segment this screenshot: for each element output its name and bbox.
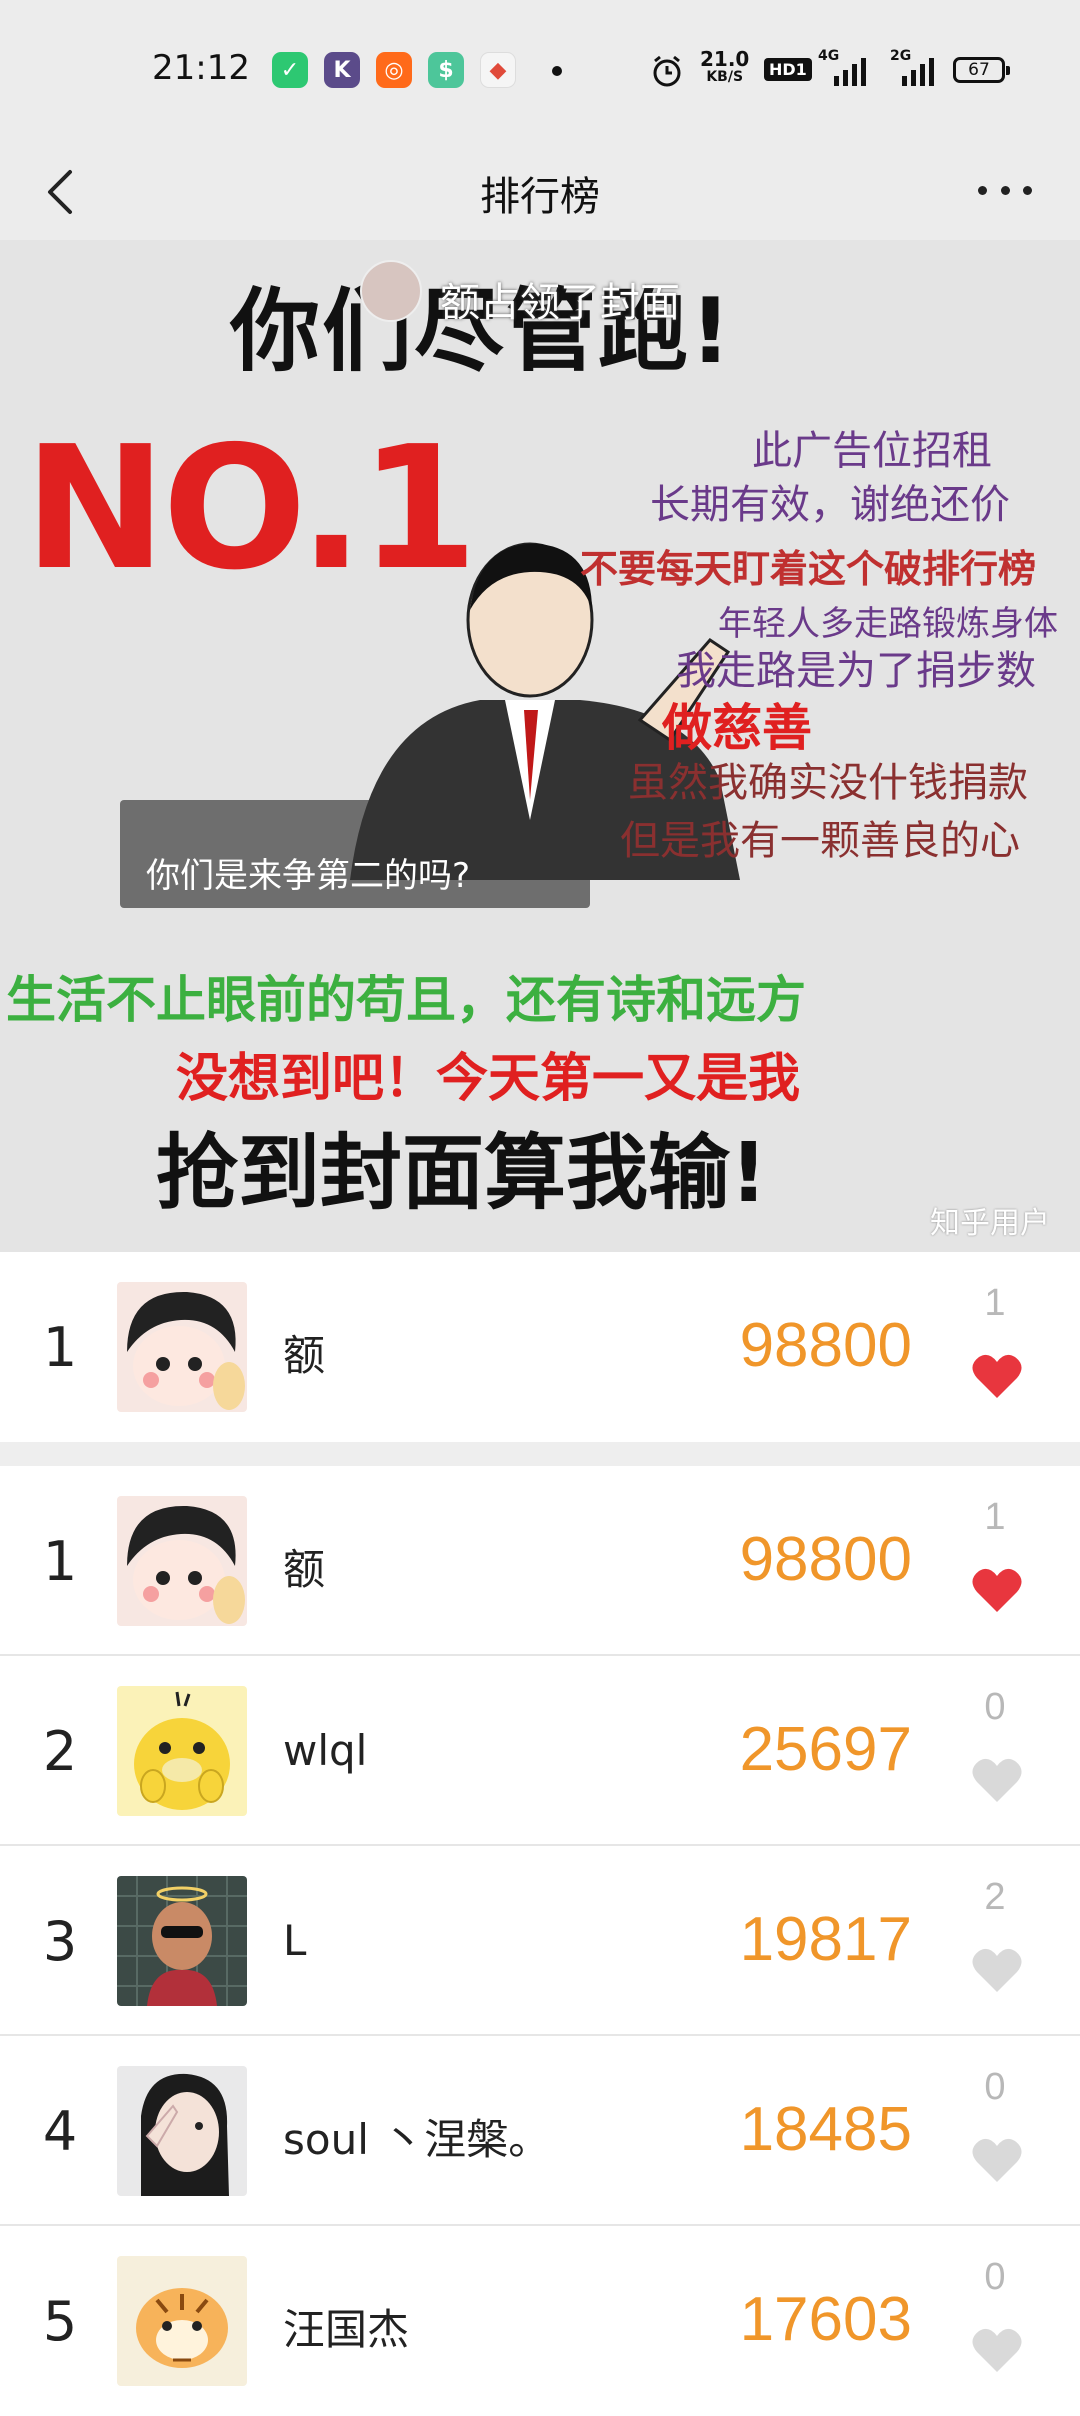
username: 汪国杰 — [283, 2305, 410, 2354]
game-app-icon: ◆ — [480, 52, 516, 88]
heart-icon[interactable] — [971, 2136, 1023, 2184]
my-rank-row[interactable]: 1 额 98800 1 — [0, 1252, 1080, 1442]
cover-banner[interactable]: 你们尽管跑! 额占领了封面 NO.1 此广告位招租 长期有效，谢绝还价 不要每天… — [0, 240, 1080, 1252]
status-bar: 21:12 ✓ K ◎ $ ◆ 21.0 KB/S HD1 4G 2G 67 — [0, 0, 1080, 140]
banner-ad-line: 此广告位招租 — [752, 428, 992, 474]
ranking-row[interactable]: 4 soul 丶涅槃。 18485 0 — [0, 2036, 1080, 2226]
rank-number: 4 — [42, 2100, 78, 2163]
rank-number: 5 — [42, 2290, 78, 2353]
orange-app-icon: ◎ — [376, 52, 412, 88]
like-count: 1 — [984, 1496, 1006, 1538]
step-score: 17603 — [739, 2285, 912, 2354]
username: L — [283, 1916, 307, 1965]
cartoon-boy-avatar-image — [117, 1496, 247, 1626]
net-speed: 21.0 KB/S — [700, 47, 750, 85]
rank-number: 1 — [42, 1316, 78, 1379]
avatar[interactable] — [117, 2256, 247, 2386]
like-count: 0 — [984, 2066, 1006, 2108]
page-title: 排行榜 — [480, 174, 600, 220]
yellow-duck-avatar-image — [117, 1686, 247, 1816]
angel-girl-avatar-image — [117, 1876, 247, 2006]
banner-bottom-text: 抢到封面算我输! — [156, 1126, 768, 1221]
avatar[interactable] — [117, 2066, 247, 2196]
alarm-icon — [653, 55, 681, 87]
hd-badge: HD1 — [764, 58, 812, 81]
like-count: 1 — [984, 1282, 1006, 1324]
tiger-cartoon-avatar-image — [117, 2256, 247, 2386]
signal-strength-icon-1 — [834, 58, 866, 86]
cartoon-boy-avatar-image — [117, 1282, 247, 1412]
banner-ad-line: 虽然我确实没什钱捐款 — [628, 760, 1028, 806]
ranking-row[interactable]: 1 额 98800 1 — [0, 1466, 1080, 1656]
notification-dot — [552, 66, 562, 76]
banner-ad-line: 长期有效，谢绝还价 — [650, 482, 1010, 528]
app-header: 排行榜 — [0, 140, 1080, 240]
username: 额 — [283, 1331, 326, 1380]
girl-photo-avatar-image — [117, 2066, 247, 2196]
dot-icon — [1000, 185, 1010, 195]
banner-ad-line: 不要每天盯着这个破排行榜 — [580, 547, 1037, 591]
step-score: 18485 — [739, 2095, 912, 2164]
like-count: 0 — [984, 2256, 1006, 2298]
dot-icon — [1023, 185, 1032, 195]
like-count: 0 — [984, 1686, 1006, 1728]
username: 额 — [283, 1545, 326, 1594]
heart-liked-icon[interactable] — [971, 1566, 1023, 1614]
cover-owner-avatar — [360, 260, 422, 322]
avatar[interactable] — [117, 1876, 247, 2006]
section-divider — [0, 1442, 1080, 1466]
wechat-app-icon: ✓ — [272, 52, 308, 88]
cover-owner-text: 额占领了封面 — [440, 280, 680, 326]
heart-liked-icon[interactable] — [971, 1352, 1023, 1400]
heart-icon[interactable] — [971, 2326, 1023, 2374]
username: wlql — [283, 1726, 368, 1775]
ranking-row[interactable]: 2 wlql 25697 0 — [0, 1656, 1080, 1846]
battery-icon: 67 — [953, 57, 1010, 83]
signal-strength-icon-2 — [902, 58, 934, 86]
banner-green-text: 生活不止眼前的苟且，还有诗和远方 — [6, 971, 806, 1029]
banner-podium-text: 你们是来争第二的吗? — [146, 856, 471, 896]
banner-watermark: 知乎用户 — [930, 1206, 1050, 1241]
heart-icon[interactable] — [971, 1946, 1023, 1994]
avatar[interactable] — [117, 1686, 247, 1816]
like-count: 2 — [984, 1876, 1006, 1918]
ranking-row[interactable]: 5 汪国杰 17603 0 — [0, 2226, 1080, 2416]
dot-icon — [978, 185, 987, 195]
step-score: 19817 — [739, 1905, 912, 1974]
more-options-button[interactable] — [970, 170, 1040, 210]
avatar[interactable] — [117, 1282, 247, 1412]
ranking-row[interactable]: 3 L 19817 2 — [0, 1846, 1080, 2036]
banner-ad-line: 但是我有一颗善良的心 — [620, 818, 1020, 864]
status-time: 21:12 — [152, 48, 250, 88]
username: soul 丶涅槃。 — [283, 2115, 551, 2164]
step-score: 25697 — [739, 1715, 912, 1784]
rank-number: 3 — [42, 1910, 78, 1973]
avatar[interactable] — [117, 1496, 247, 1626]
banner-red-text: 没想到吧！今天第一又是我 — [176, 1049, 801, 1109]
heart-icon[interactable] — [971, 1756, 1023, 1804]
step-score: 98800 — [739, 1525, 912, 1594]
step-score: 98800 — [739, 1311, 912, 1380]
battery-level: 67 — [968, 60, 990, 80]
banner-no1: NO.1 — [24, 410, 478, 608]
k-app-icon: K — [324, 52, 360, 88]
shield-app-icon: $ — [428, 52, 464, 88]
rank-number: 2 — [42, 1720, 78, 1783]
rank-number: 1 — [42, 1530, 78, 1593]
